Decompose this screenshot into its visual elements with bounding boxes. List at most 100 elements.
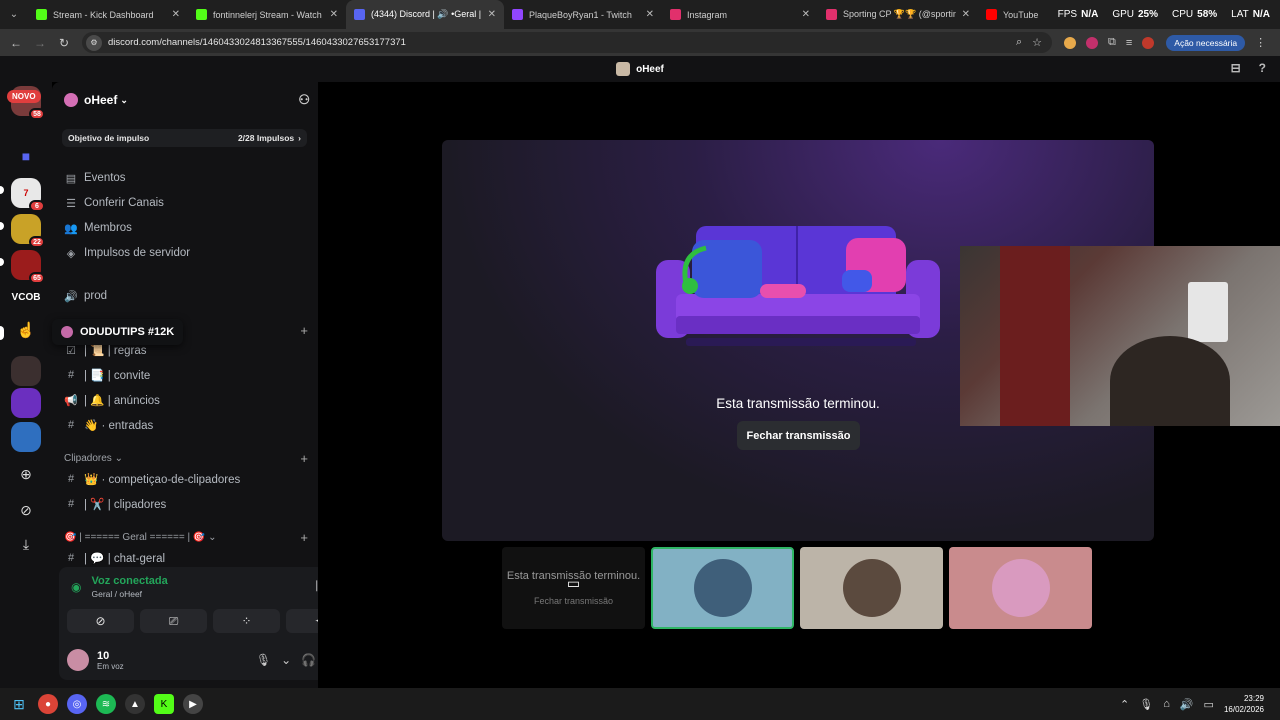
server-icon-purple[interactable] [11,388,41,418]
server-menu-item[interactable]: ◈ Impulsos de servidor [64,243,304,263]
discover-compass-icon[interactable]: ⊘ [16,500,36,520]
browser-tab[interactable]: Instagram ✕ [662,0,818,29]
channel-type-icon: # [67,369,75,381]
close-tab-icon[interactable]: ✕ [330,9,338,20]
server-icon-blue[interactable] [11,422,41,452]
new-badge: NOVO [7,90,41,103]
text-channel[interactable]: # | ✂️ | clipadores [64,494,304,514]
channel-label: Membros [84,222,132,234]
help-icon[interactable]: ? [1259,61,1266,75]
close-tab-icon[interactable]: ✕ [646,9,654,20]
close-stream-button[interactable]: Fechar transmissão [737,421,860,450]
text-channel[interactable]: # | 💬 | chat-geral [64,548,304,568]
server-icon-vcob[interactable]: VCOB [8,282,44,312]
media-player-icon[interactable]: ▶ [183,694,203,714]
avatar[interactable] [67,649,89,671]
browser-tab[interactable]: Stream - Kick Dashboard ✕ [28,0,188,29]
server-icon-dark[interactable] [11,356,41,386]
signal-icon[interactable]: ◉ [71,580,81,594]
server-icon-red[interactable]: 65 [11,250,45,284]
invite-user-icon[interactable]: ⚇ [298,92,310,108]
close-tab-icon[interactable]: ✕ [172,9,180,20]
server-icon-7[interactable]: 7 6 [11,178,45,212]
chrome-menu-icon[interactable]: ⋮ [1255,36,1266,49]
browser-tab[interactable]: (4344) Discord | 🔊 •Geral | ✕ [346,0,504,29]
participant-tile[interactable] [651,547,794,629]
category-clipadores[interactable]: Clipadores ⌄ + [64,450,308,466]
extension-icon[interactable] [1064,36,1076,49]
screen-share-button[interactable]: ⎚ [140,609,207,633]
update-required-button[interactable]: Ação necessária [1166,34,1246,51]
back-arrow-icon[interactable]: ← [4,36,28,50]
address-bar[interactable]: ⚙ discord.com/channels/14604330248133675… [82,32,1052,53]
couch-illustration [656,226,940,346]
chevron-up-icon[interactable]: ⌃ [1120,698,1129,711]
discord-title: oHeef [636,63,664,75]
boost-goal-bar[interactable]: Objetivo de impulso 2/28 Impulsos › [62,129,307,147]
browser-tab[interactable]: fontinnelerj Stream - Watch Live ✕ [188,0,346,29]
microphone-icon[interactable]: 🎙 [256,653,271,667]
category-geral[interactable]: 🎯 | ====== Geral ====== | 🎯 ⌄ + [64,529,308,545]
participant-avatar [842,559,901,617]
clock[interactable]: 23:29 16/02/2026 [1224,693,1264,715]
text-channel[interactable]: # | 📑 | convite [64,365,304,385]
forward-arrow-icon[interactable]: → [28,36,52,50]
browser-tab[interactable]: Sporting CP 🏆🏆 (@sporting ✕ [818,0,978,29]
battery-icon[interactable]: ▭ [1204,698,1214,711]
participant-tile[interactable] [949,547,1092,629]
speaker-icon: 🔊 [64,290,78,303]
app-icon[interactable]: ▲ [125,694,145,714]
server-header[interactable]: oHeef ⌄ ⚇ [64,90,310,110]
media-control-icon[interactable]: ≡ [1126,37,1132,49]
thumb-close-button[interactable]: Fechar transmissão [534,596,613,606]
spotify-icon[interactable]: ≋ [96,694,116,714]
close-tab-icon[interactable]: ✕ [962,9,970,20]
server-icon-gold[interactable]: 22 [11,214,45,248]
folder-icon[interactable]: ■ [16,146,36,166]
discord-icon[interactable]: ◎ [67,694,87,714]
bookmark-star-icon[interactable]: ☆ [1032,36,1042,49]
microphone-tray-icon[interactable]: 🎙 [1139,698,1153,711]
server-menu-item[interactable]: ☰ Conferir Canais [64,193,304,213]
network-icon[interactable]: ⌂ [1163,698,1170,710]
zoom-icon[interactable]: ⌕ [1016,36,1022,49]
add-channel-icon[interactable]: + [300,451,308,466]
browser-tab[interactable]: PlaqueBoyRyan1 - Twitch ✕ [504,0,662,29]
channel-label: Conferir Canais [84,197,164,209]
voice-channel-prod[interactable]: 🔊 prod [64,286,304,306]
extensions-puzzle-icon[interactable]: ⧉ [1108,36,1116,49]
volume-icon[interactable]: 🔊 [1180,698,1194,711]
chevron-down-icon[interactable]: ⌄ [281,653,291,667]
profile-avatar[interactable] [1142,36,1155,49]
channel-label: | 💬 | chat-geral [84,553,166,565]
text-channel[interactable]: 📢 | 🔔 | anúncios [64,390,304,410]
chrome-icon[interactable]: ● [38,694,58,714]
headphones-icon[interactable]: 🎧 [301,653,316,667]
add-channel-icon[interactable]: + [300,323,308,338]
participant-tile[interactable] [800,547,943,629]
kick-icon[interactable]: K [154,694,174,714]
tab-search-chevron-icon[interactable]: ⌄ [0,0,28,29]
inbox-icon[interactable]: ⊟ [1231,61,1241,75]
text-channel[interactable]: # 👑 · competiçao-de-clipadores [64,469,304,489]
camera-off-button[interactable]: ⊘ [67,609,134,633]
add-server-icon[interactable]: ⊕ [16,464,36,484]
close-tab-icon[interactable]: ✕ [488,9,496,20]
close-tab-icon[interactable]: ✕ [802,9,810,20]
browser-tab[interactable]: YouTube [978,0,1048,29]
windows-start-icon[interactable]: ⊞ [9,694,29,714]
participant-tile-stream[interactable]: Esta transmissão terminou. ▭ Fechar tran… [502,547,645,629]
channel-label: 👑 · competiçao-de-clipadores [84,474,241,486]
reload-icon[interactable]: ↻ [52,36,76,50]
extension-shield-icon[interactable] [1086,36,1098,49]
activities-button[interactable]: ⁘ [213,609,280,633]
site-info-icon[interactable]: ⚙ [86,34,102,51]
voice-status-subtitle[interactable]: Geral / oHeef [91,589,167,599]
category-label: 🎯 | ====== Geral ====== | 🎯 ⌄ [64,531,217,543]
server-menu-item[interactable]: 👥 Membros [64,218,304,238]
text-channel[interactable]: # 👋 · entradas [64,415,304,435]
server-tooltip: ODUDUTIPS #12K [52,319,184,345]
download-icon[interactable]: ⤓ [16,534,36,554]
add-channel-icon[interactable]: + [300,530,308,545]
server-menu-item[interactable]: ▤ Eventos [64,168,304,188]
